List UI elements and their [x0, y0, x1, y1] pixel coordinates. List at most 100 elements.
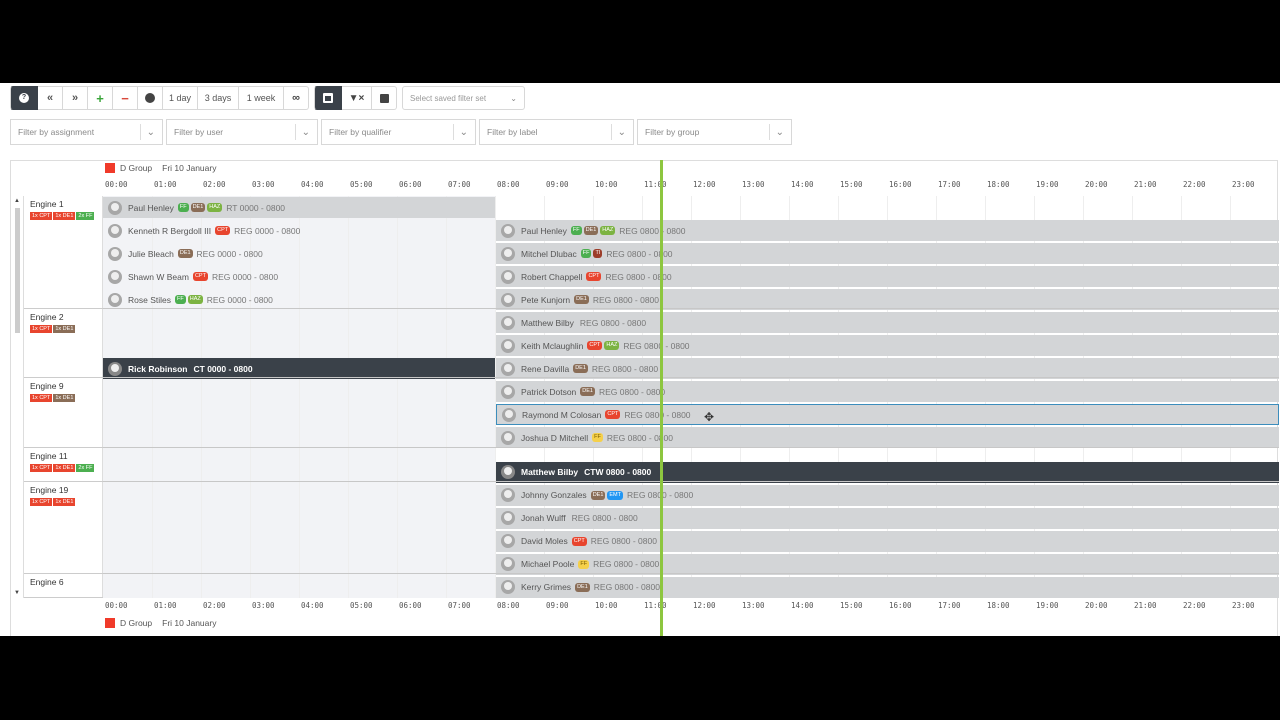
- shift-bar[interactable]: Kenneth R Bergdoll III CPT REG 0000 - 0800: [103, 220, 495, 241]
- shift-person-name: Matthew Bilby: [521, 317, 574, 328]
- engine-group[interactable]: Engine 19 1x CPT 1x DE1: [24, 482, 104, 574]
- help-button[interactable]: ?: [10, 86, 38, 110]
- three-days-button[interactable]: 3 days: [198, 86, 239, 110]
- shift-bar[interactable]: Rene Davilla DE1 REG 0800 - 0800: [496, 358, 1279, 379]
- hour-tick: 10:00: [595, 180, 618, 189]
- hour-tick: 04:00: [301, 601, 324, 610]
- next-button[interactable]: »: [63, 86, 88, 110]
- shift-bar[interactable]: Jonah Wulff REG 0800 - 0800: [496, 507, 1279, 529]
- scrollbar-thumb[interactable]: [15, 208, 20, 333]
- qualification-badge: CPT: [192, 272, 208, 281]
- engine-group[interactable]: Engine 1 1x CPT 1x DE1 2x FF: [24, 196, 104, 309]
- engine-group[interactable]: Engine 6: [24, 574, 104, 598]
- engine-column: Engine 1 1x CPT 1x DE1 2x FF Engine 2 1x CPT 1…: [23, 196, 104, 598]
- one-week-button[interactable]: 1 week: [239, 86, 284, 110]
- remove-button[interactable]: −: [113, 86, 138, 110]
- engine-name: Engine 19: [30, 485, 69, 495]
- avatar: [501, 557, 515, 571]
- add-button[interactable]: +: [88, 86, 113, 110]
- shift-person-name: Julie Bleach: [128, 248, 174, 259]
- shift-bar[interactable]: Johnny Gonzales DE1 EMT REG 0800 - 0800: [496, 484, 1279, 506]
- filter-assignment[interactable]: Filter by assignment ⌄: [10, 119, 163, 145]
- chevron-down-icon: ⌄: [294, 124, 310, 140]
- qualification-badge: HAZ: [600, 226, 616, 235]
- shift-time: REG 0800 - 0800: [593, 582, 660, 592]
- avatar: [108, 292, 122, 307]
- plus-icon: +: [96, 90, 104, 106]
- filter-label[interactable]: Filter by label ⌄: [479, 119, 634, 145]
- shift-bar[interactable]: Patrick Dotson DE1 REG 0800 - 0800: [496, 381, 1279, 402]
- hour-tick: 16:00: [889, 601, 912, 610]
- prev-button[interactable]: «: [38, 86, 63, 110]
- qualification-badge: DE1: [574, 295, 589, 304]
- engine-group[interactable]: Engine 9 1x CPT 1x DE1: [24, 378, 104, 448]
- shift-bar[interactable]: Robert Chappell CPT REG 0800 - 0800: [496, 266, 1279, 287]
- vertical-scrollbar[interactable]: ▲ ▼: [11, 196, 23, 598]
- hour-tick: 23:00: [1232, 180, 1255, 189]
- shift-bar[interactable]: Kerry Grimes DE1 REG 0800 - 0800: [496, 576, 1279, 598]
- engine-group[interactable]: Engine 11 1x CPT 1x DE1 2x FF: [24, 448, 104, 482]
- calendar-button[interactable]: [314, 86, 342, 110]
- shift-bar[interactable]: Raymond M Colosan CPT REG 0800 - 0800: [496, 404, 1279, 425]
- clear-filter-button[interactable]: ▼×: [342, 86, 372, 110]
- shift-bar[interactable]: Matthew Bilby REG 0800 - 0800: [496, 312, 1279, 333]
- filter-user[interactable]: Filter by user ⌄: [166, 119, 318, 145]
- hour-tick: 18:00: [987, 180, 1010, 189]
- hour-tick: 15:00: [840, 180, 863, 189]
- saved-filter-select[interactable]: Select saved filter set ⌄: [402, 86, 525, 110]
- hour-tick: 03:00: [252, 180, 275, 189]
- shift-bar[interactable]: Mitchel Dlubac FF TI REG 0800 - 0800: [496, 243, 1279, 264]
- engine-separator: [103, 447, 1279, 448]
- hour-tick: 08:00: [497, 180, 520, 189]
- shift-bar[interactable]: Rose Stiles FF HAZ REG 0000 - 0800: [103, 289, 495, 310]
- hour-tick: 09:00: [546, 180, 569, 189]
- shift-bar[interactable]: Keith Mclaughlin CPT HAZ REG 0800 - 0800: [496, 335, 1279, 356]
- filter-qualifier[interactable]: Filter by qualifier ⌄: [321, 119, 476, 145]
- engine-group[interactable]: Engine 2 1x CPT 1x DE1: [24, 309, 104, 378]
- scheduler-screen: ? « » + − 1 day 3 days 1 week ∞ ▼× Selec…: [0, 83, 1280, 636]
- avatar: [501, 430, 515, 445]
- scroll-down-icon[interactable]: ▼: [14, 590, 20, 596]
- shift-time: REG 0800 - 0800: [619, 225, 686, 236]
- shift-person-name: Rose Stiles: [128, 294, 171, 305]
- link-icon: ∞: [292, 92, 300, 104]
- qualification-badge: CPT: [571, 536, 587, 546]
- shift-bar[interactable]: Paul Henley FF DE1 HAZ RT 0000 - 0800: [103, 197, 495, 218]
- engine-separator: [103, 377, 1279, 378]
- shift-person-name: Kerry Grimes: [521, 582, 572, 592]
- shift-person-name: Matthew Bilby: [521, 467, 579, 477]
- save-button[interactable]: [372, 86, 397, 110]
- filter-group[interactable]: Filter by group ⌄: [637, 119, 792, 145]
- shift-bar[interactable]: Joshua D Mitchell FF REG 0800 - 0800: [496, 427, 1279, 448]
- avatar: [501, 223, 515, 238]
- hour-tick: 20:00: [1085, 180, 1108, 189]
- link-button[interactable]: ∞: [284, 86, 309, 110]
- shift-person-name: David Moles: [521, 536, 568, 546]
- group-name: D Group: [120, 163, 153, 173]
- shift-bar[interactable]: Matthew Bilby CTW 0800 - 0800: [496, 461, 1279, 483]
- double-chevron-left-icon: «: [46, 92, 54, 104]
- shift-bar[interactable]: Michael Poole FF REG 0800 - 0800: [496, 553, 1279, 575]
- shift-bar[interactable]: Rick Robinson CT 0000 - 0800: [103, 358, 495, 379]
- shift-person-name: Mitchel Dlubac: [521, 248, 577, 259]
- now-button[interactable]: [138, 86, 163, 110]
- group-date: Fri 10 January: [162, 618, 217, 628]
- shift-bar[interactable]: Pete Kunjorn DE1 REG 0800 - 0800: [496, 289, 1279, 310]
- shift-bar[interactable]: Paul Henley FF DE1 HAZ REG 0800 - 0800: [496, 220, 1279, 241]
- shift-bar[interactable]: Julie Bleach DE1 REG 0000 - 0800: [103, 243, 495, 264]
- scroll-up-icon[interactable]: ▲: [14, 198, 20, 204]
- hour-tick: 13:00: [742, 180, 765, 189]
- engine-name: Engine 1: [30, 199, 64, 209]
- qualification-badge: FF: [570, 226, 582, 235]
- engine-separator: [103, 481, 1279, 482]
- filter-label-label: Filter by label: [487, 127, 538, 137]
- hour-tick: 17:00: [938, 601, 961, 610]
- engine-name: Engine 2: [30, 312, 64, 322]
- chevron-down-icon: ⌄: [610, 124, 626, 140]
- one-day-button[interactable]: 1 day: [163, 86, 198, 110]
- shift-bar[interactable]: Shawn W Beam CPT REG 0000 - 0800: [103, 266, 495, 287]
- shift-bar[interactable]: David Moles CPT REG 0800 - 0800: [496, 530, 1279, 552]
- hour-tick: 00:00: [105, 180, 128, 189]
- avatar: [501, 465, 515, 479]
- filter-group-label: Filter by group: [645, 127, 700, 137]
